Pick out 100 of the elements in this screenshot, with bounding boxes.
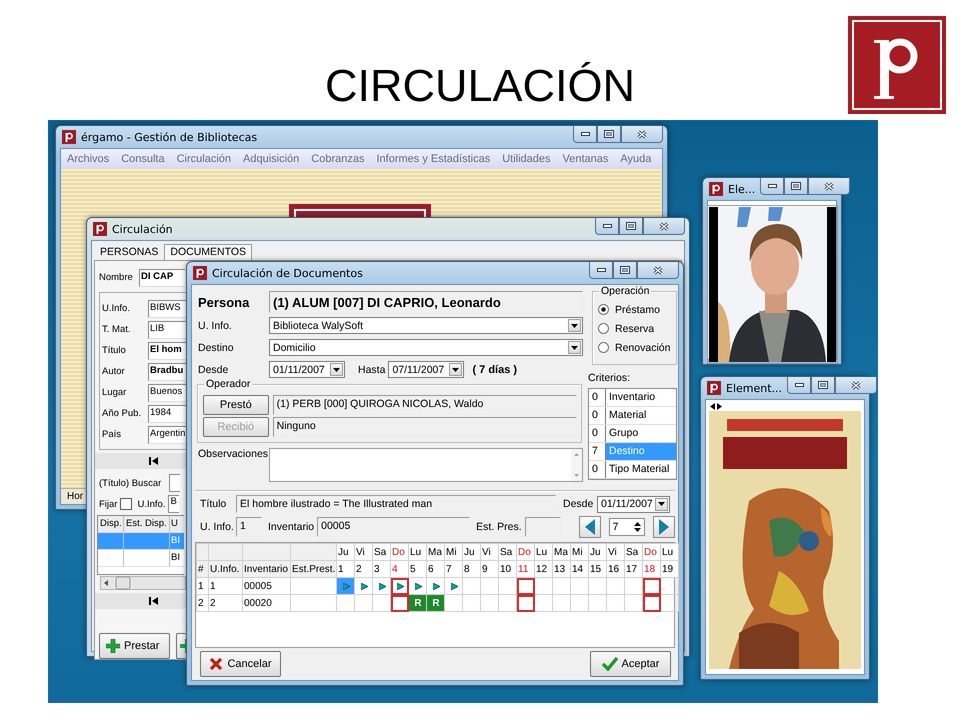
day-cell[interactable]	[660, 594, 678, 612]
day-cell[interactable]	[552, 578, 570, 594]
day-cell[interactable]	[498, 578, 516, 594]
menu-item[interactable]: Ventanas	[562, 153, 608, 165]
list-row[interactable]: 0 Tipo Material	[589, 461, 676, 479]
checkbox[interactable]	[120, 498, 132, 510]
maximize-button[interactable]	[613, 262, 637, 279]
tab[interactable]: DOCUMENTOS	[164, 244, 252, 260]
day-cell[interactable]	[642, 578, 660, 594]
day-cell[interactable]	[462, 578, 480, 594]
close-button[interactable]	[637, 262, 679, 279]
day-cell[interactable]	[660, 578, 678, 594]
radio-button[interactable]	[598, 342, 609, 353]
menu-item[interactable]: Consulta	[121, 153, 165, 165]
duration-text: ( 7 días )	[472, 364, 518, 376]
spinner-field[interactable]: 7	[608, 518, 645, 536]
text-field[interactable]: 1984	[148, 404, 188, 422]
list-row[interactable]: 7 Destino	[589, 443, 676, 461]
minimize-button[interactable]	[787, 377, 812, 394]
day-cell[interactable]	[462, 594, 480, 612]
search-field[interactable]	[169, 474, 180, 492]
text-field[interactable]: LIB	[148, 320, 188, 338]
minimize-button[interactable]	[589, 262, 613, 279]
radio-button[interactable]	[598, 304, 609, 315]
dropdown[interactable]: Biblioteca WalySoft	[269, 317, 583, 334]
text-field[interactable]: El hom	[148, 342, 188, 360]
day-cell[interactable]	[354, 578, 372, 594]
dropdown[interactable]: 01/11/2007	[269, 361, 345, 378]
day-cell[interactable]	[606, 578, 624, 594]
day-cell[interactable]	[372, 578, 390, 594]
day-cell[interactable]	[444, 578, 462, 594]
menu-item[interactable]: Circulación	[176, 153, 232, 165]
weekday-header: Ju	[588, 544, 606, 560]
text-field[interactable]: B	[168, 495, 180, 513]
day-cell[interactable]	[498, 594, 516, 612]
minimize-button[interactable]	[573, 126, 597, 143]
tab[interactable]: PERSONAS	[94, 244, 164, 260]
minimize-button[interactable]	[760, 178, 784, 195]
day-cell[interactable]	[588, 594, 606, 612]
accept-button[interactable]: Aceptar	[590, 651, 671, 677]
minimize-icon	[596, 268, 606, 272]
text-field[interactable]: BIBWS	[148, 300, 188, 318]
list-row[interactable]: 0 Material	[589, 407, 676, 425]
first-record-button[interactable]	[149, 597, 158, 605]
operator-button[interactable]: Prestó	[203, 395, 269, 415]
day-cell[interactable]	[570, 578, 588, 594]
day-cell[interactable]	[372, 594, 390, 612]
radio-button[interactable]	[598, 323, 609, 334]
prestar-button[interactable]: Prestar	[99, 633, 170, 659]
day-cell[interactable]	[354, 594, 372, 612]
maximize-button[interactable]	[597, 126, 621, 143]
day-cell[interactable]	[534, 594, 552, 612]
close-button[interactable]	[808, 178, 850, 195]
text-field[interactable]: DI CAP	[139, 268, 185, 286]
day-cell[interactable]	[444, 594, 462, 612]
next-button[interactable]	[652, 516, 675, 538]
dropdown[interactable]: Domicilio	[269, 339, 583, 356]
day-cell[interactable]	[480, 594, 498, 612]
close-button[interactable]	[643, 218, 685, 235]
menu-item[interactable]: Adquisición	[243, 153, 300, 165]
maximize-button[interactable]	[811, 377, 836, 394]
menu-item[interactable]: Cobranzas	[311, 153, 364, 165]
menu-item[interactable]: Ayuda	[620, 153, 652, 165]
first-record-button[interactable]	[149, 457, 158, 465]
dropdown[interactable]: 01/11/2007	[597, 496, 670, 512]
day-cell[interactable]	[390, 578, 408, 594]
maximize-icon	[620, 266, 630, 274]
day-cell[interactable]	[390, 594, 408, 612]
previous-button[interactable]	[578, 516, 601, 538]
maximize-button[interactable]	[619, 218, 643, 235]
day-cell[interactable]	[336, 594, 354, 612]
dropdown[interactable]: 07/11/2007	[388, 361, 464, 378]
menu-item[interactable]: Archivos	[67, 153, 110, 165]
day-cell[interactable]	[516, 578, 534, 594]
menu-item[interactable]: Informes y Estadísticas	[376, 153, 490, 165]
day-cell[interactable]	[480, 578, 498, 594]
text-field[interactable]: Buenos	[148, 384, 188, 402]
notes-field[interactable]	[269, 448, 583, 482]
table-row[interactable]: BI	[98, 550, 184, 567]
day-cell[interactable]	[570, 594, 588, 612]
cancel-button[interactable]: Cancelar	[200, 651, 281, 677]
day-cell[interactable]	[516, 594, 534, 612]
day-cell[interactable]	[624, 578, 642, 594]
app-icon	[62, 130, 76, 144]
minimize-button[interactable]	[595, 218, 619, 235]
close-button[interactable]	[835, 377, 878, 394]
text-field[interactable]: Argentin	[148, 426, 188, 444]
day-cell[interactable]	[534, 578, 552, 594]
day-cell[interactable]	[552, 594, 570, 612]
maximize-button[interactable]	[784, 178, 808, 195]
close-button[interactable]	[621, 126, 663, 143]
day-cell[interactable]	[642, 594, 660, 612]
add-button[interactable]	[176, 633, 186, 659]
day-cell[interactable]	[588, 578, 606, 594]
menu-item[interactable]: Utilidades	[502, 153, 551, 165]
logo-icon	[848, 16, 946, 114]
day-cell[interactable]	[606, 594, 624, 612]
day-cell[interactable]	[624, 594, 642, 612]
list-row[interactable]: 0 Inventario	[589, 389, 676, 407]
text-field[interactable]: Bradbu	[148, 362, 188, 380]
